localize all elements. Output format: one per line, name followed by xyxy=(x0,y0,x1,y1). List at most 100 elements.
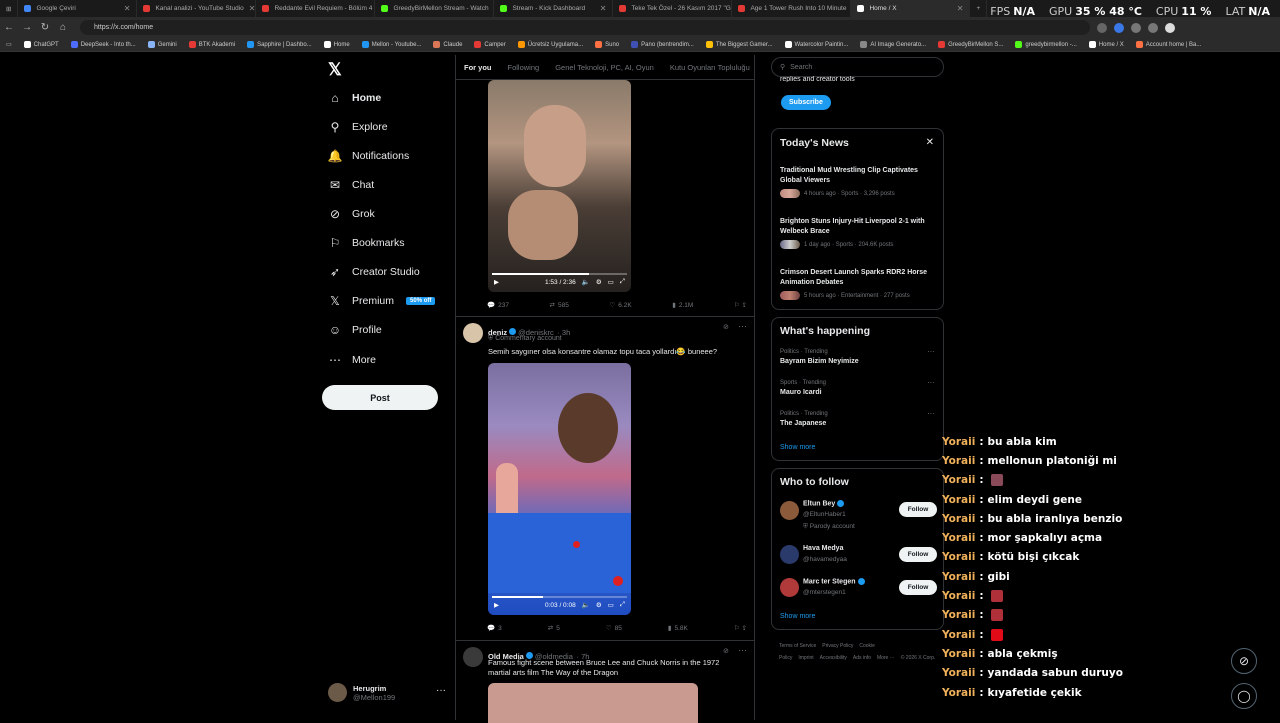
views-button[interactable]: ▮ 2.1M xyxy=(672,301,693,310)
follow-name[interactable]: Marc ter Stegen xyxy=(803,578,867,585)
close-icon[interactable]: ✕ xyxy=(124,4,131,13)
bookmarks-menu-icon[interactable]: ▭ xyxy=(0,41,18,48)
fullscreen-icon[interactable]: ⤢ xyxy=(620,278,625,286)
x-logo[interactable]: 𝕏 xyxy=(328,60,342,80)
follow-button[interactable]: Follow xyxy=(899,502,937,517)
like-button[interactable]: ♡ 85 xyxy=(606,624,622,633)
bookmark-item[interactable]: DeepSeek - Into th... xyxy=(65,41,142,48)
post-video[interactable] xyxy=(488,683,698,723)
fullscreen-icon[interactable]: ⤢ xyxy=(620,601,625,609)
footer-link[interactable]: Accessibility xyxy=(820,655,847,661)
account-switcher[interactable]: Herugrim @Mellon199 xyxy=(328,683,395,702)
close-icon[interactable]: ✕ xyxy=(249,4,256,13)
bookmark-item[interactable]: Home / X xyxy=(1083,41,1130,48)
post-button[interactable]: Post xyxy=(322,385,438,410)
follow-name[interactable]: Hava Medya xyxy=(803,545,843,552)
forward-icon[interactable]: → xyxy=(18,22,36,33)
footer-link[interactable]: More ··· xyxy=(877,655,895,661)
settings-icon[interactable]: ⚙ xyxy=(596,278,602,286)
grok-icon[interactable]: ⊘ xyxy=(1231,648,1257,674)
extension-icon[interactable] xyxy=(1131,22,1141,33)
reply-button[interactable]: 💬 3 xyxy=(487,624,502,633)
post-video[interactable]: ▶ 0:03 / 0:08 🔈 ⚙ ▭ ⤢ xyxy=(488,363,631,615)
follow-name[interactable]: Eltun Bey xyxy=(803,500,846,507)
pip-icon[interactable]: ▭ xyxy=(608,278,614,286)
play-icon[interactable]: ▶ xyxy=(494,601,499,609)
browser-tab[interactable]: Kanal analizi - YouTube Studio ✕ xyxy=(137,0,257,17)
bookmark-item[interactable]: Ücretsiz Uygulama... xyxy=(512,41,589,48)
more-dots-icon[interactable]: ··· xyxy=(436,685,446,696)
repost-button[interactable]: ⇄ 585 xyxy=(550,301,569,310)
nav-item-creator-studio[interactable]: ➶ Creator Studio xyxy=(328,265,420,279)
more-dots-icon[interactable]: ··· xyxy=(927,409,935,418)
news-item-title[interactable]: Traditional Mud Wrestling Clip Captivate… xyxy=(780,166,940,185)
more-dots-icon[interactable]: ··· xyxy=(927,378,935,387)
nav-item-profile[interactable]: ☺ Profile xyxy=(328,323,382,337)
bookmark-item[interactable]: Pano (bentrendim... xyxy=(625,41,700,48)
bookmark-icon[interactable]: ⚐ ⇪ xyxy=(734,624,747,632)
browser-tab[interactable]: Teke Tek Özel - 26 Kasım 2017 "Gi✕ xyxy=(613,0,733,17)
bookmark-item[interactable]: Home xyxy=(318,41,356,48)
back-icon[interactable]: ← xyxy=(0,22,18,33)
more-dots-icon[interactable]: ··· xyxy=(927,347,935,356)
new-tab-button[interactable]: + xyxy=(970,0,988,17)
close-icon[interactable]: ✕ xyxy=(600,4,607,13)
bookmark-icon[interactable]: ⚐ ⇪ xyxy=(734,301,747,309)
bookmark-item[interactable]: Camper xyxy=(468,41,511,48)
browser-tab[interactable]: Home / X ✕ xyxy=(851,0,971,17)
footer-link[interactable]: Privacy Policy xyxy=(822,643,853,649)
bookmark-item[interactable]: Watercolor Paintin... xyxy=(779,41,855,48)
nav-item-bookmarks[interactable]: ⚐ Bookmarks xyxy=(328,236,405,250)
nav-item-more[interactable]: ⋯ More xyxy=(328,353,376,367)
bookmark-star-icon[interactable] xyxy=(1114,22,1124,33)
trend-name[interactable]: The Japanese xyxy=(780,420,826,427)
close-icon[interactable]: ✕ xyxy=(926,137,934,148)
like-button[interactable]: ♡ 6.2K xyxy=(609,301,631,310)
grok-icon[interactable]: ⊘ xyxy=(723,647,729,655)
bookmark-item[interactable]: The Biggest Gamer... xyxy=(700,41,779,48)
browser-tab[interactable]: Stream - Kick Dashboard ✕ xyxy=(494,0,614,17)
subscribe-button[interactable]: Subscribe xyxy=(781,95,831,110)
bookmark-item[interactable]: Sapphire | Dashbo... xyxy=(241,41,318,48)
bookmark-item[interactable]: greedybirmellon -... xyxy=(1009,41,1082,48)
news-item-title[interactable]: Crimson Desert Launch Sparks RDR2 Horse … xyxy=(780,268,940,287)
follow-button[interactable]: Follow xyxy=(899,580,937,595)
nav-item-chat[interactable]: ✉ Chat xyxy=(328,178,374,192)
bookmark-item[interactable]: ChatGPT xyxy=(18,41,65,48)
show-more-link[interactable]: Show more xyxy=(780,444,815,451)
bookmark-item[interactable]: Account home | Ba... xyxy=(1130,41,1208,48)
footer-link[interactable]: Imprint xyxy=(798,655,813,661)
avatar[interactable] xyxy=(780,545,799,564)
play-icon[interactable]: ▶ xyxy=(494,278,499,286)
avatar[interactable] xyxy=(463,647,483,667)
browser-menu-icon[interactable]: ⊞ xyxy=(0,0,19,17)
profile-avatar[interactable] xyxy=(1165,22,1175,33)
bookmark-item[interactable]: Claude xyxy=(427,41,468,48)
follow-button[interactable]: Follow xyxy=(899,547,937,562)
more-dots-icon[interactable]: ··· xyxy=(738,645,747,655)
feed-tab[interactable]: Genel Teknoloji, PC, AI, Oyun xyxy=(555,63,654,72)
reply-button[interactable]: 💬 237 xyxy=(487,301,509,310)
grok-icon[interactable]: ⊘ xyxy=(723,323,729,331)
close-icon[interactable]: ✕ xyxy=(957,4,964,13)
bookmark-item[interactable]: Gemini xyxy=(142,41,183,48)
browser-tab[interactable]: Google Çeviri ✕ xyxy=(18,0,138,17)
volume-icon[interactable]: 🔈 xyxy=(582,278,590,286)
nav-item-grok[interactable]: ⊘ Grok xyxy=(328,207,375,221)
views-button[interactable]: ▮ 5.8K xyxy=(668,624,688,633)
bookmark-item[interactable]: AI Image Generato... xyxy=(854,41,932,48)
nav-item-explore[interactable]: ⚲ Explore xyxy=(328,120,388,134)
volume-icon[interactable]: 🔈 xyxy=(582,601,590,609)
post-video[interactable]: ▶ 1:53 / 2:36 🔈 ⚙ ▭ ⤢ xyxy=(488,80,631,292)
avatar[interactable] xyxy=(780,501,799,520)
avatar[interactable] xyxy=(463,323,483,343)
browser-tab[interactable]: Reddante Evil Requiem - Bölüm 4✕ xyxy=(256,0,376,17)
extension-icon[interactable] xyxy=(1097,22,1107,33)
feed-tab[interactable]: Following xyxy=(508,63,540,72)
avatar[interactable] xyxy=(780,578,799,597)
repost-button[interactable]: ⇄ 5 xyxy=(548,624,560,633)
search-input[interactable]: ⚲ Search xyxy=(771,57,944,77)
pip-icon[interactable]: ▭ xyxy=(608,601,614,609)
nav-item-home[interactable]: ⌂ Home xyxy=(328,91,381,105)
browser-tab[interactable]: GreedyBirMellon Stream - Watch✕ xyxy=(375,0,495,17)
